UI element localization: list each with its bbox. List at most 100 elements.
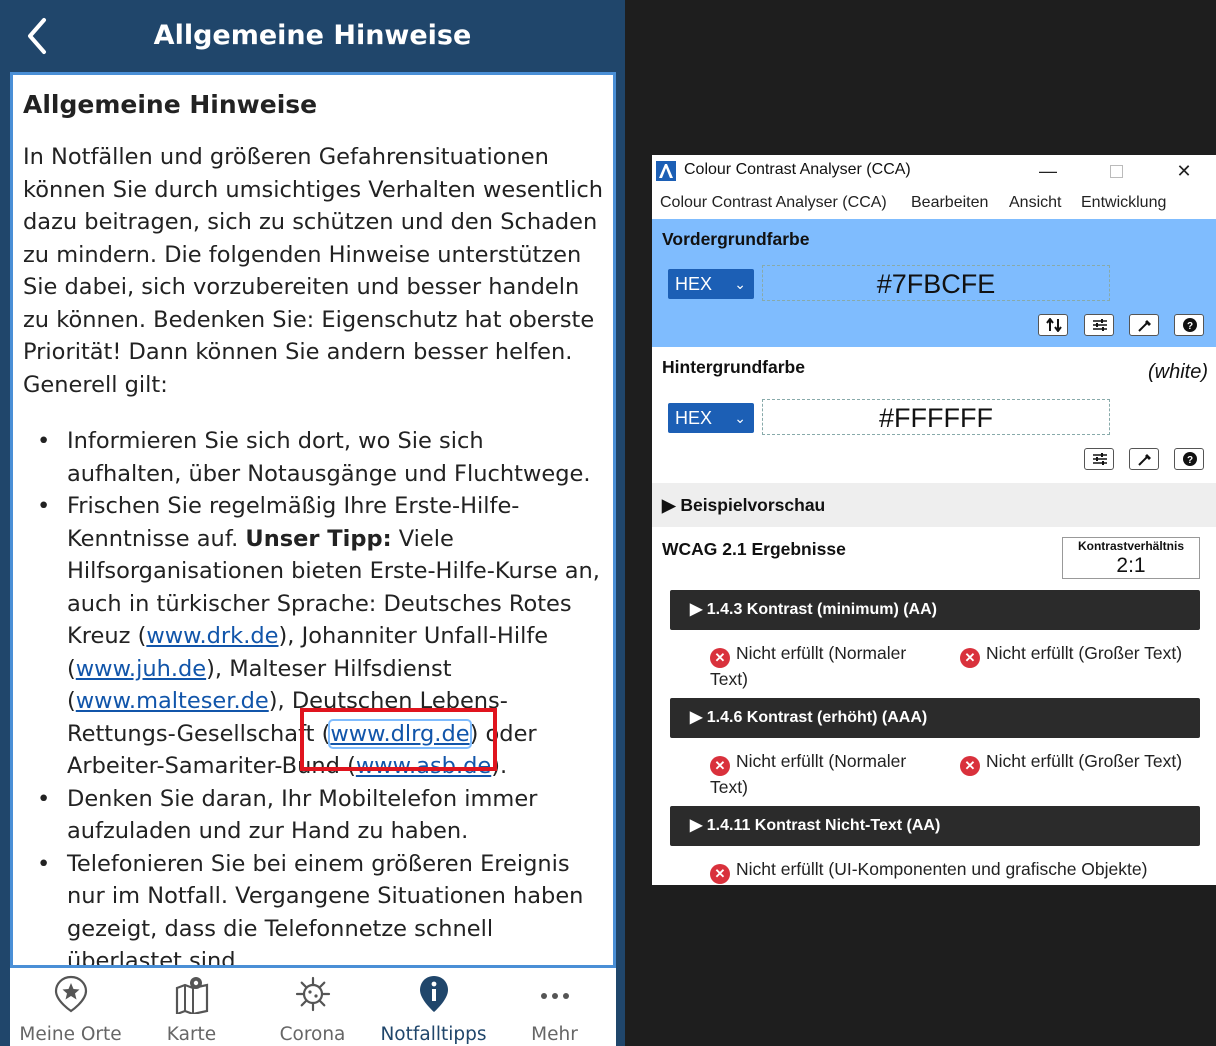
triangle-right-icon: ▶	[690, 817, 707, 834]
link-juh[interactable]: www.juh.de	[76, 656, 206, 682]
close-button[interactable]: ✕	[1164, 159, 1204, 183]
window-title: Colour Contrast Analyser (CCA)	[684, 161, 911, 178]
cca-window: Colour Contrast Analyser (CCA) — ✕ Colou…	[652, 155, 1216, 885]
foreground-hex-input[interactable]: #7FBCFE	[762, 265, 1110, 301]
info-pin-icon	[419, 976, 448, 1012]
mobile-app: Allgemeine Hinweise Allgemeine Hinweise …	[0, 0, 625, 1046]
background-picker-button[interactable]	[1129, 448, 1159, 470]
minimize-button[interactable]: —	[1028, 159, 1068, 183]
fail-icon: ✕	[710, 756, 730, 776]
format-value: HEX	[675, 274, 713, 294]
swap-icon	[1046, 318, 1062, 332]
foreground-sliders-button[interactable]	[1084, 314, 1114, 336]
foreground-picker-button[interactable]	[1129, 314, 1159, 336]
close-icon: ✕	[1176, 161, 1192, 181]
result-text: Nicht erfüllt (Großer Text)	[986, 643, 1183, 663]
background-section: Hintergrundfarbe (white) HEX ⌄ #FFFFFF ?	[652, 347, 1216, 479]
list-item: Frischen Sie regelmäßig Ihre Erste-Hilfe…	[37, 490, 603, 783]
menu-ansicht[interactable]: Ansicht	[1009, 194, 1061, 212]
maximize-icon	[1109, 165, 1123, 178]
svg-text:?: ?	[1187, 321, 1193, 332]
tab-label: Mehr	[531, 1024, 578, 1045]
format-value: HEX	[675, 408, 713, 428]
result-text: Nicht erfüllt (UI-Komponenten und grafis…	[736, 859, 1148, 879]
foreground-section: Vordergrundfarbe HEX ⌄ #7FBCFE ?	[652, 219, 1216, 347]
eyedropper-icon	[1138, 454, 1151, 466]
criterion-header[interactable]: ▶ 1.4.6 Kontrast (erhöht) (AAA)	[670, 698, 1200, 738]
criterion-header[interactable]: ▶ 1.4.3 Kontrast (minimum) (AA)	[670, 590, 1200, 630]
tab-meine-orte[interactable]: Meine Orte	[10, 968, 131, 1046]
result-text: Nicht erfüllt (Normaler Text)	[710, 751, 907, 797]
criterion-title: 1.4.3 Kontrast (minimum) (AA)	[706, 601, 937, 618]
text: ).	[491, 753, 508, 779]
chevron-down-icon: ⌄	[734, 410, 746, 426]
location-pin-star-icon	[54, 975, 87, 1013]
fail-icon: ✕	[960, 756, 980, 776]
list-item: Denken Sie daran, Ihr Mobiltelefon immer…	[37, 783, 603, 848]
tab-label: Corona	[279, 1024, 346, 1045]
result-item: ✕ Nicht erfüllt (Normaler Text)	[710, 750, 930, 798]
fail-icon: ✕	[710, 648, 730, 668]
foreground-help-button[interactable]: ?	[1174, 314, 1204, 336]
contrast-ratio-value: 2:1	[1116, 554, 1146, 577]
tab-karte[interactable]: Karte	[131, 968, 252, 1046]
background-color-name: (white)	[1147, 361, 1208, 383]
eyedropper-icon	[1138, 320, 1151, 332]
swap-colors-button[interactable]	[1038, 314, 1068, 336]
content-heading: Allgemeine Hinweise	[23, 90, 318, 119]
menu-bearbeiten[interactable]: Bearbeiten	[911, 194, 988, 212]
page-title: Allgemeine Hinweise	[153, 20, 472, 51]
contrast-ratio-label: Kontrastverhältnis	[1077, 539, 1185, 553]
tab-corona[interactable]: Corona	[252, 968, 373, 1046]
preview-toggle[interactable]: ▶ Beispielvorschau	[652, 483, 1216, 527]
tab-mehr[interactable]: Mehr	[494, 968, 615, 1046]
tab-label: Meine Orte	[19, 1024, 122, 1045]
contrast-ratio-box: Kontrastverhältnis 2:1	[1062, 537, 1200, 579]
triangle-right-icon: ▶	[690, 709, 707, 726]
result-item: ✕ Nicht erfüllt (UI-Komponenten und grafi…	[710, 858, 1210, 884]
cca-logo-icon	[656, 161, 676, 181]
background-help-button[interactable]: ?	[1174, 448, 1204, 470]
menu-bar: Colour Contrast Analyser (CCA) Bearbeite…	[652, 187, 1216, 219]
foreground-format-select[interactable]: HEX ⌄	[668, 269, 754, 299]
triangle-right-icon: ▶	[690, 601, 707, 618]
back-button[interactable]	[18, 14, 58, 58]
link-asb[interactable]: www.asb.de	[356, 753, 491, 779]
result-text: Nicht erfüllt (Normaler Text)	[710, 643, 907, 689]
foreground-label: Vordergrundfarbe	[662, 229, 810, 249]
link-drk[interactable]: www.drk.de	[146, 623, 278, 649]
sliders-icon	[1093, 319, 1107, 331]
list-item: Telefonieren Sie bei einem größeren Erei…	[37, 848, 603, 966]
criterion-title: 1.4.6 Kontrast (erhöht) (AAA)	[706, 709, 928, 726]
app-header: Allgemeine Hinweise	[0, 0, 625, 72]
fail-icon: ✕	[960, 648, 980, 668]
svg-text:?: ?	[1187, 455, 1193, 466]
tip-label: Unser Tipp:	[245, 525, 392, 552]
chevron-left-icon	[28, 18, 46, 54]
menu-cca[interactable]: Colour Contrast Analyser (CCA)	[660, 194, 887, 212]
help-icon: ?	[1183, 452, 1197, 466]
triangle-right-icon: ▶	[662, 495, 681, 515]
maximize-button[interactable]	[1096, 159, 1136, 183]
content-panel[interactable]: Allgemeine Hinweise In Notfällen und grö…	[10, 72, 616, 968]
window-titlebar: Colour Contrast Analyser (CCA) — ✕	[652, 155, 1216, 187]
help-icon: ?	[1183, 318, 1197, 332]
link-malteser[interactable]: www.malteser.de	[76, 688, 269, 714]
background-format-select[interactable]: HEX ⌄	[668, 403, 754, 433]
tab-label: Notfalltipps	[380, 1024, 487, 1045]
preview-label: Beispielvorschau	[680, 495, 826, 515]
criterion-title: 1.4.11 Kontrast Nicht-Text (AA)	[706, 817, 941, 834]
intro-paragraph: In Notfällen und größeren Gefahrensituat…	[23, 144, 603, 398]
minimize-icon: —	[1039, 161, 1057, 181]
virus-icon	[295, 976, 330, 1012]
link-dlrg[interactable]: www.dlrg.de	[328, 718, 472, 749]
tab-notfalltipps[interactable]: Notfalltipps	[373, 968, 494, 1046]
background-sliders-button[interactable]	[1084, 448, 1114, 470]
background-hex-input[interactable]: #FFFFFF	[762, 399, 1110, 435]
result-text: Nicht erfüllt (Großer Text)	[986, 751, 1183, 771]
result-item: ✕ Nicht erfüllt (Großer Text)	[960, 750, 1216, 776]
result-item: ✕ Nicht erfüllt (Normaler Text)	[710, 642, 930, 690]
menu-entwicklung[interactable]: Entwicklung	[1081, 194, 1166, 212]
criterion-header[interactable]: ▶ 1.4.11 Kontrast Nicht-Text (AA)	[670, 806, 1200, 846]
fail-icon: ✕	[710, 864, 730, 884]
